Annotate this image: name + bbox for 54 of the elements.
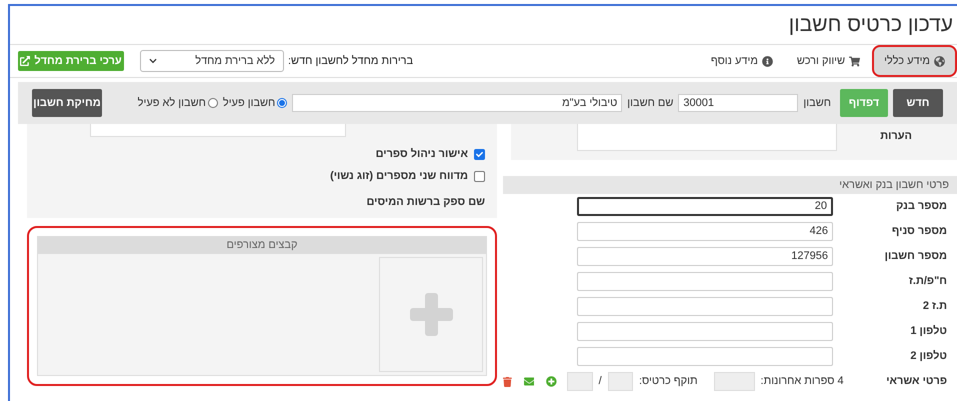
input-field[interactable] [577, 347, 833, 366]
notes-field[interactable] [577, 124, 837, 151]
expiry-year-field[interactable] [567, 372, 593, 391]
cart-icon [849, 56, 860, 66]
tab[interactable]: שיווק ורכש [784, 45, 872, 77]
plus-icon [410, 293, 452, 336]
account-field[interactable]: 30001 [678, 94, 798, 112]
input-field[interactable]: 426 [577, 222, 833, 241]
expiry-month-field[interactable] [608, 372, 633, 391]
section-header: פרטי חשבון בנק ואשראי [503, 176, 957, 194]
date-separator: / [598, 374, 602, 390]
input-field[interactable]: 127956 [577, 247, 833, 266]
page-title: עדכון כרטיס חשבון [788, 12, 953, 38]
tab[interactable]: מידע נוסף [698, 45, 785, 77]
defaults-select[interactable]: ללא ברירת מחדל [140, 50, 284, 72]
text-field[interactable] [90, 124, 346, 137]
add-file-tile[interactable] [379, 257, 483, 372]
field-label: מספר בנק [895, 199, 947, 214]
account-label: חשבון [803, 96, 831, 111]
new-button[interactable]: חדש [893, 89, 943, 117]
tab[interactable]: מידע כללי [872, 45, 957, 77]
check-icon [476, 151, 483, 158]
status-radio[interactable]: חשבון לא פעיל [138, 94, 218, 112]
field-label: טלפון 2 [909, 349, 947, 364]
notes-label: הערות [879, 129, 912, 144]
tax-supplier-label: שם ספק ברשות המיסים [365, 195, 485, 210]
field-label: מספר חשבון [884, 249, 947, 264]
add-icon[interactable] [546, 376, 558, 387]
field-label: טלפון 1 [909, 324, 947, 340]
trash-icon[interactable] [502, 376, 512, 386]
delete-account-button[interactable]: מחיקת חשבון [32, 89, 102, 117]
attachments-header: קבצים מצורפים [38, 237, 486, 254]
field-label: פרטי אשראי [885, 374, 947, 390]
account-name-label: שם חשבון [627, 96, 674, 111]
external-link-icon [20, 56, 30, 66]
field-label: ת.ז 2 [922, 299, 947, 314]
account-name-field[interactable]: טיבולי בע"מ [292, 94, 622, 112]
input-field[interactable] [577, 297, 833, 316]
defaults-label: ברירות מחדל לחשבון חדש: [288, 54, 414, 69]
last-digits-field[interactable] [714, 372, 755, 391]
input-field[interactable] [577, 322, 833, 341]
checkbox-option[interactable]: אישור ניהול ספרים [35, 147, 485, 162]
globe-icon [934, 56, 945, 66]
input-field[interactable] [577, 272, 833, 291]
info-icon [762, 56, 773, 66]
last-digits-label: 4 ספרות אחרונות: [760, 374, 844, 390]
field-label: ח"פ/ת.ז [908, 274, 947, 290]
status-radio[interactable]: חשבון פעיל [222, 94, 288, 112]
field-label: מספר סניף [890, 224, 947, 240]
chevron-icon [149, 57, 157, 65]
input-field[interactable]: 20 [577, 197, 833, 216]
checkbox-option[interactable]: מדווח שני מספרים (זוג נשוי) [35, 169, 485, 184]
expiry-label: תוקף כרטיס: [639, 374, 698, 390]
mail-icon[interactable] [524, 376, 534, 387]
